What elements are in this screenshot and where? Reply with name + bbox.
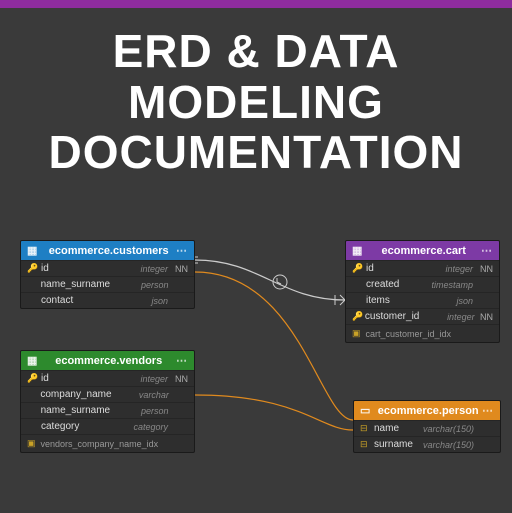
field-name: contact [41,295,108,306]
title-line: ERD & DATA [0,26,512,77]
field-name: id [366,263,413,274]
type-icon: ▭ [360,404,370,417]
erd-diagram: ▦ ecommerce.customers ⋯ 🔑idintegerNN nam… [0,230,512,510]
field-row[interactable]: contactjson [21,292,194,308]
field-type: varchar(150) [414,440,474,450]
field-name: id [41,373,108,384]
index-row[interactable]: ▣ vendors_company_name_idx [21,434,194,452]
field-type: integer [108,264,168,274]
field-type: integer [108,374,168,384]
field-name: surname [374,439,414,450]
table-icon: ▦ [27,244,37,257]
index-icon: ▣ [352,328,361,339]
field-row[interactable]: 🔑customer_idintegerNN [346,308,499,324]
field-type: varchar [112,390,169,400]
field-name: company_name [40,389,111,400]
field-row[interactable]: 🔑idintegerNN [21,260,194,276]
key-icon: 🔑 [27,373,41,384]
field-nn: NN [475,312,493,322]
field-type: json [108,296,168,306]
entity-customers[interactable]: ▦ ecommerce.customers ⋯ 🔑idintegerNN nam… [20,240,195,309]
field-name: name_surname [41,405,110,416]
index-name: cart_customer_id_idx [366,329,452,339]
field-name: items [366,295,413,306]
field-nn: NN [168,264,188,274]
entity-header[interactable]: ▭ ecommerce.person ⋯ [354,401,500,420]
field-type: timestamp [413,280,473,290]
key-icon: 🔑 [352,263,366,274]
field-name: category [41,421,108,432]
entity-person[interactable]: ▭ ecommerce.person ⋯ ⊟namevarchar(150) ⊟… [353,400,501,453]
field-row[interactable]: categorycategory [21,418,194,434]
table-icon: ▦ [352,244,362,257]
field-row[interactable]: itemsjson [346,292,499,308]
field-nn: NN [473,264,493,274]
field-type: category [108,422,168,432]
field-name: id [41,263,108,274]
title-line: DOCUMENTATION [0,127,512,178]
field-row[interactable]: name_surnameperson [21,402,194,418]
entity-name: ecommerce.customers [41,245,176,257]
key-icon: 🔑 [352,311,365,322]
field-name: name_surname [41,279,110,290]
field-nn: NN [168,374,188,384]
field-name: customer_id [365,311,419,322]
field-type: person [110,406,168,416]
field-row[interactable]: company_namevarchar [21,386,194,402]
title-line: MODELING [0,77,512,128]
entity-menu-icon[interactable]: ⋯ [176,244,188,257]
index-name: vendors_company_name_idx [41,439,159,449]
entity-vendors[interactable]: ▦ ecommerce.vendors ⋯ 🔑idintegerNN compa… [20,350,195,453]
field-row[interactable]: ⊟namevarchar(150) [354,420,500,436]
field-row[interactable]: ⊟surnamevarchar(150) [354,436,500,452]
index-row[interactable]: ▣ cart_customer_id_idx [346,324,499,342]
field-row[interactable]: name_surnameperson [21,276,194,292]
entity-name: ecommerce.person [374,405,482,417]
entity-header[interactable]: ▦ ecommerce.customers ⋯ [21,241,194,260]
field-type: person [110,280,168,290]
field-row[interactable]: 🔑idintegerNN [21,370,194,386]
field-name: created [366,279,413,290]
entity-menu-icon[interactable]: ⋯ [176,354,188,367]
entity-menu-icon[interactable]: ⋯ [481,244,493,257]
field-row[interactable]: 🔑idintegerNN [346,260,499,276]
field-type: integer [419,312,474,322]
entity-header[interactable]: ▦ ecommerce.vendors ⋯ [21,351,194,370]
field-type: integer [413,264,473,274]
field-type: varchar(150) [414,424,474,434]
entity-name: ecommerce.cart [366,245,481,257]
page-title: ERD & DATA MODELING DOCUMENTATION [0,26,512,178]
field-name: name [374,423,414,434]
field-type: json [413,296,473,306]
column-icon: ⊟ [360,439,374,450]
index-icon: ▣ [27,438,36,449]
field-row[interactable]: createdtimestamp [346,276,499,292]
entity-header[interactable]: ▦ ecommerce.cart ⋯ [346,241,499,260]
entity-name: ecommerce.vendors [41,355,176,367]
entity-cart[interactable]: ▦ ecommerce.cart ⋯ 🔑idintegerNN createdt… [345,240,500,343]
column-icon: ⊟ [360,423,374,434]
top-accent-bar [0,0,512,8]
key-icon: 🔑 [27,263,41,274]
entity-menu-icon[interactable]: ⋯ [482,404,494,417]
table-icon: ▦ [27,354,37,367]
